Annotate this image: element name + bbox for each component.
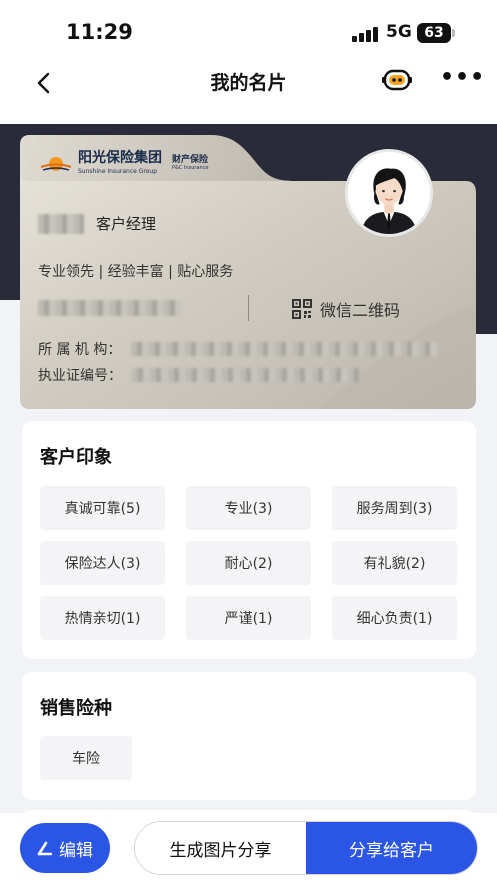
products-title: 销售险种 xyxy=(40,698,112,719)
company-name-en: Sunshine Insurance Group xyxy=(78,168,158,175)
back-button[interactable] xyxy=(28,68,58,98)
signal-icon xyxy=(352,26,380,42)
robot-icon xyxy=(382,69,412,91)
name-row: 客户经理 xyxy=(38,213,156,234)
license-label: 执业证编号： xyxy=(38,368,122,384)
network-type: 5G xyxy=(386,22,412,42)
org-label: 所 属 机 构： xyxy=(38,342,122,358)
qr-code-icon xyxy=(292,299,312,319)
generate-image-share-button[interactable]: 生成图片分享 xyxy=(135,822,306,874)
more-icon: ••• xyxy=(440,65,486,90)
impressions-title: 客户印象 xyxy=(40,447,112,468)
wechat-qr-button[interactable]: 微信二维码 xyxy=(292,297,400,321)
impression-tag: 真诚可靠(5) xyxy=(40,486,165,530)
avatar xyxy=(345,149,433,237)
battery-icon: 63 xyxy=(417,23,455,43)
impression-tag: 细心负责(1) xyxy=(332,596,457,640)
share-to-customer-button[interactable]: 分享给客户 xyxy=(306,822,477,874)
impression-tag: 有礼貌(2) xyxy=(332,541,457,585)
org-redacted xyxy=(131,342,442,356)
bottom-action-bar: 编辑 生成图片分享 分享给客户 xyxy=(0,813,497,883)
share-button-group: 生成图片分享 分享给客户 xyxy=(134,821,478,875)
impressions-section: 客户印象 真诚可靠(5) 专业(3) 服务周到(3) 保险达人(3) 耐心(2)… xyxy=(22,421,476,659)
nav-bar: 我的名片 ••• xyxy=(0,60,497,124)
impression-tag: 耐心(2) xyxy=(186,541,311,585)
status-bar: 11:29 5G 63 xyxy=(0,0,497,60)
impression-tag: 热情亲切(1) xyxy=(40,596,165,640)
avatar-image xyxy=(348,152,430,234)
impression-tag: 专业(3) xyxy=(186,486,311,530)
card-tagline: 专业领先 | 经验丰富 | 贴心服务 xyxy=(38,264,234,280)
license-redacted xyxy=(132,368,360,382)
business-card: 阳光保险集团 Sunshine Insurance Group 财产保险 P&C… xyxy=(20,135,476,409)
status-time: 11:29 xyxy=(66,20,133,44)
division-name-en: P&C Insurance xyxy=(172,164,209,171)
sun-logo-icon xyxy=(40,150,72,172)
impression-tag: 保险达人(3) xyxy=(40,541,165,585)
job-title: 客户经理 xyxy=(96,215,157,233)
edit-label: 编辑 xyxy=(59,840,93,861)
edit-button[interactable]: 编辑 xyxy=(20,823,110,873)
products-section: 销售险种 车险 xyxy=(22,672,476,800)
org-row: 所 属 机 构： xyxy=(38,339,442,359)
chevron-left-icon xyxy=(37,72,50,94)
edit-icon xyxy=(37,841,53,856)
name-redacted xyxy=(38,213,84,234)
more-button[interactable]: ••• xyxy=(440,67,484,90)
division-name: 财产保险 xyxy=(172,154,209,165)
phone-redacted xyxy=(38,300,182,316)
page-title: 我的名片 xyxy=(210,72,287,94)
assistant-button[interactable] xyxy=(382,68,412,92)
card-divider xyxy=(248,295,249,321)
impression-tag: 服务周到(3) xyxy=(332,486,457,530)
impression-tag: 严谨(1) xyxy=(186,596,311,640)
company-logo: 阳光保险集团 Sunshine Insurance Group 财产保险 P&C… xyxy=(40,147,209,175)
license-row: 执业证编号： xyxy=(38,365,360,385)
product-tag: 车险 xyxy=(40,736,132,780)
company-name: 阳光保险集团 xyxy=(78,150,162,166)
wechat-qr-label: 微信二维码 xyxy=(320,301,401,320)
